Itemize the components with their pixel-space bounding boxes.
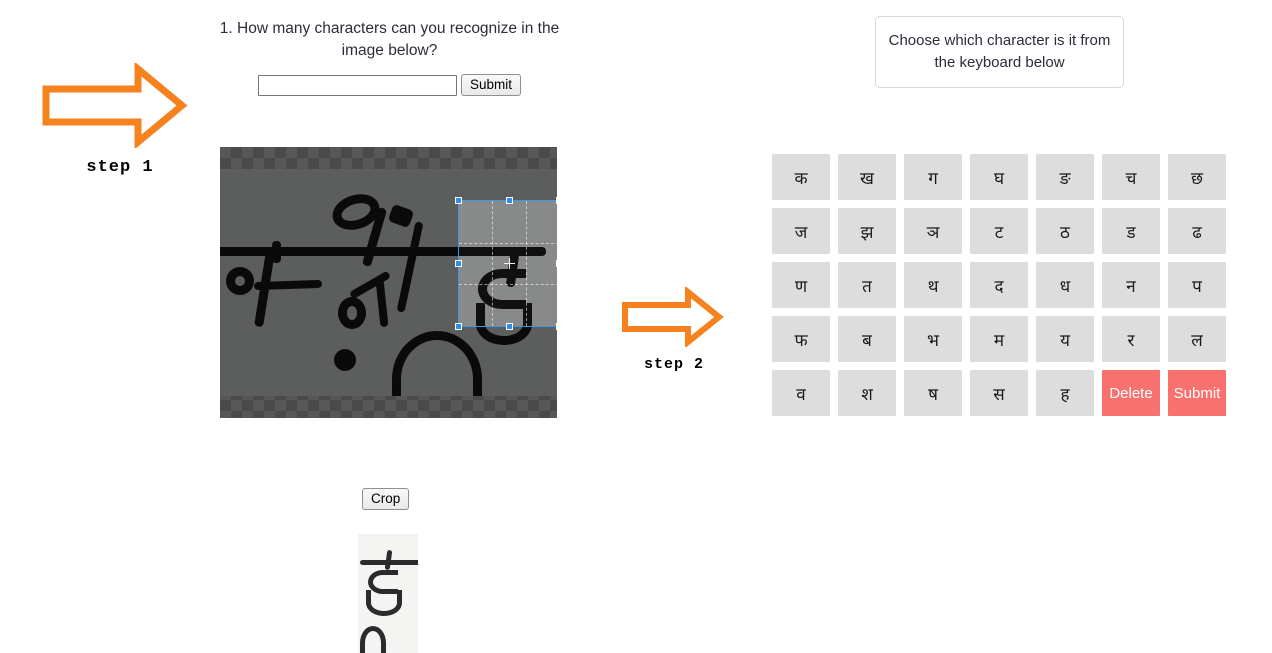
question-block: 1. How many characters can you recognize… xyxy=(212,18,567,96)
keyboard-key-ठ[interactable]: ठ xyxy=(1036,208,1094,254)
keyboard-key-ट[interactable]: ट xyxy=(970,208,1028,254)
keyboard-key-ड[interactable]: ड xyxy=(1102,208,1160,254)
step-1-label: step 1 xyxy=(86,158,154,177)
crop-button-wrap: Crop xyxy=(362,488,410,510)
crop-handle-w[interactable] xyxy=(455,260,462,267)
crop-handle-n[interactable] xyxy=(505,197,513,204)
keyboard-key-स[interactable]: स xyxy=(970,370,1028,416)
keyboard-instruction-text: Choose which character is it from the ke… xyxy=(888,32,1111,71)
keyboard-key-ह[interactable]: ह xyxy=(1036,370,1094,416)
annotation-tool-page: step 1 step 2 1. How many characters can… xyxy=(0,0,1272,653)
keyboard-key-ग[interactable]: ग xyxy=(904,154,962,200)
keyboard-key-ब[interactable]: ब xyxy=(838,316,896,362)
keyboard-key-ध[interactable]: ध xyxy=(1036,262,1094,308)
crop-handle-nw[interactable] xyxy=(455,197,462,204)
keyboard-key-त[interactable]: त xyxy=(838,262,896,308)
keyboard-key-छ[interactable]: छ xyxy=(1168,154,1226,200)
crop-handle-se[interactable] xyxy=(556,323,557,330)
step-1-annotation: step 1 xyxy=(40,63,200,177)
cropped-character-preview xyxy=(358,534,418,653)
keyboard-key-ख[interactable]: ख xyxy=(838,154,896,200)
keyboard-delete-button[interactable]: Delete xyxy=(1102,370,1160,416)
keyboard-key-व[interactable]: व xyxy=(772,370,830,416)
crop-handle-ne[interactable] xyxy=(556,197,557,204)
keyboard-key-घ[interactable]: घ xyxy=(970,154,1028,200)
keyboard-key-ण[interactable]: ण xyxy=(772,262,830,308)
keyboard-key-झ[interactable]: झ xyxy=(838,208,896,254)
count-submit-button[interactable]: Submit xyxy=(460,74,522,96)
keyboard-key-भ[interactable]: भ xyxy=(904,316,962,362)
character-count-input[interactable] xyxy=(257,74,457,96)
keyboard-key-न[interactable]: न xyxy=(1102,262,1160,308)
step-2-arrow-icon xyxy=(622,287,724,347)
keyboard-key-ढ[interactable]: ढ xyxy=(1168,208,1226,254)
keyboard-key-ञ[interactable]: ञ xyxy=(904,208,962,254)
crop-handle-sw[interactable] xyxy=(455,323,462,330)
keyboard-key-र[interactable]: र xyxy=(1102,316,1160,362)
keyboard-key-च[interactable]: च xyxy=(1102,154,1160,200)
keyboard-submit-button[interactable]: Submit xyxy=(1168,370,1226,416)
keyboard-instruction-card: Choose which character is it from the ke… xyxy=(875,16,1124,88)
answer-row: Submit xyxy=(212,74,567,96)
keyboard-key-ल[interactable]: ल xyxy=(1168,316,1226,362)
keyboard-key-य[interactable]: य xyxy=(1036,316,1094,362)
keyboard-key-ष[interactable]: ष xyxy=(904,370,962,416)
crop-selection-box[interactable] xyxy=(455,197,557,330)
cropper-image-area[interactable] xyxy=(220,147,557,418)
keyboard-key-श[interactable]: श xyxy=(838,370,896,416)
crop-center-crosshair-icon xyxy=(503,258,515,269)
step-1-arrow-icon xyxy=(42,63,188,148)
keyboard-key-ज[interactable]: ज xyxy=(772,208,830,254)
keyboard-key-म[interactable]: म xyxy=(970,316,1028,362)
keyboard-key-थ[interactable]: थ xyxy=(904,262,962,308)
keyboard-key-फ[interactable]: फ xyxy=(772,316,830,362)
step-2-annotation: step 2 xyxy=(620,287,728,373)
keyboard-key-द[interactable]: द xyxy=(970,262,1028,308)
keyboard-key-ङ[interactable]: ङ xyxy=(1036,154,1094,200)
keyboard-key-प[interactable]: प xyxy=(1168,262,1226,308)
crop-button[interactable]: Crop xyxy=(362,488,410,510)
crop-handle-s[interactable] xyxy=(505,323,513,330)
keyboard-key-क[interactable]: क xyxy=(772,154,830,200)
devanagari-keyboard: क ख ग घ ङ च छ ज झ ञ ट ठ ड ढ ण त थ द ध न प फ ब भ म य र ल व श ष स ह Delete S… xyxy=(772,154,1226,416)
step-2-label: step 2 xyxy=(643,356,704,373)
question-text: 1. How many characters can you recognize… xyxy=(219,20,560,59)
crop-handle-e[interactable] xyxy=(556,260,557,267)
